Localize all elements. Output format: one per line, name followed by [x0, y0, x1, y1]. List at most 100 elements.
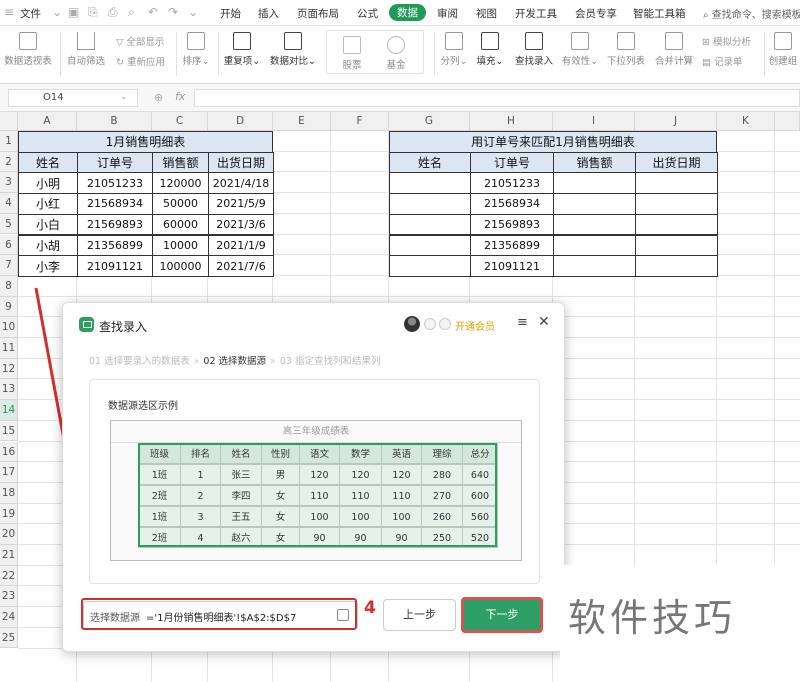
table2-cell[interactable]	[389, 255, 471, 277]
table2-header[interactable]: 销售额	[553, 151, 636, 174]
table1-cell[interactable]: 2021/7/6	[208, 255, 274, 277]
sample-cell: 640	[462, 464, 498, 485]
sample-cell: 110	[339, 485, 382, 506]
sample-cell: 270	[421, 485, 463, 506]
sample-cell: 张三	[220, 464, 262, 485]
table2-cell[interactable]	[389, 172, 471, 195]
sample-cell: 3	[180, 506, 221, 527]
sample-cell: 女	[261, 485, 300, 506]
table1-cell[interactable]: 21568934	[77, 193, 153, 215]
sample-cell: 600	[462, 485, 498, 506]
table1-cell[interactable]: 21091121	[77, 255, 153, 277]
table1-cell[interactable]: 2021/3/6	[208, 213, 274, 236]
sample-header: 总分	[462, 443, 498, 464]
table2-header[interactable]: 姓名	[389, 151, 471, 174]
wizard-steps: 01 选择要录入的数据表» 02 选择数据源» 03 指定查找列和结果列	[89, 353, 380, 367]
sample-cell: 110	[381, 485, 422, 506]
table2-cell[interactable]	[553, 255, 636, 277]
sample-cell: 2班	[138, 527, 181, 548]
table1-header[interactable]: 销售额	[152, 151, 209, 174]
table2-cell[interactable]	[635, 255, 718, 277]
table2-cell[interactable]: 21091121	[470, 255, 554, 277]
watermark: 软件技巧	[560, 565, 800, 682]
sample-cell: 女	[261, 527, 300, 548]
sample-header: 姓名	[220, 443, 262, 464]
sample-cell: 4	[180, 527, 221, 548]
table2-title[interactable]: 用订单号来匹配1月销售明细表	[389, 131, 717, 153]
table2-cell[interactable]	[389, 234, 471, 257]
table1-cell[interactable]: 小胡	[18, 234, 78, 257]
sample-cell: 250	[421, 527, 463, 548]
table1-cell[interactable]: 120000	[152, 172, 209, 195]
table2-cell[interactable]: 21569893	[470, 213, 554, 236]
panel-label: 数据源选区示例	[108, 401, 178, 412]
sample-cell: 2班	[138, 485, 181, 506]
sample-cell: 110	[299, 485, 340, 506]
table1-cell[interactable]: 小李	[18, 255, 78, 277]
sample-cell: 赵六	[220, 527, 262, 548]
close-icon[interactable]: ✕	[538, 314, 550, 330]
sample-cell: 100	[299, 506, 340, 527]
sample-header: 班级	[138, 443, 181, 464]
menu-icon[interactable]: ≡	[517, 315, 528, 330]
table1-cell[interactable]: 小红	[18, 193, 78, 215]
sample-header: 数学	[339, 443, 382, 464]
table1-title[interactable]: 1月销售明细表	[18, 131, 273, 153]
vip-link[interactable]: 开通会员	[455, 318, 495, 333]
table2-header[interactable]: 订单号	[470, 151, 554, 174]
chevron-right-icon: »	[270, 356, 276, 367]
table1-cell[interactable]: 2021/1/9	[208, 234, 274, 257]
table2-header[interactable]: 出货日期	[635, 151, 718, 174]
table2-cell[interactable]	[389, 193, 471, 215]
previous-button[interactable]: 上一步	[383, 599, 456, 631]
sample-cell: 女	[261, 506, 300, 527]
sample-cell: 90	[381, 527, 422, 548]
table2-cell[interactable]	[635, 193, 718, 215]
table1-cell[interactable]: 21569893	[77, 213, 153, 236]
table2-cell[interactable]	[553, 172, 636, 195]
table1-cell[interactable]: 小白	[18, 213, 78, 236]
sample-cell: 1	[180, 464, 221, 485]
sample-cell: 100	[339, 506, 382, 527]
table1-cell[interactable]: 小明	[18, 172, 78, 195]
table2-cell[interactable]	[553, 234, 636, 257]
step-1[interactable]: 01 选择要录入的数据表	[89, 356, 190, 367]
table2-cell[interactable]	[635, 172, 718, 195]
step-2[interactable]: 02 选择数据源	[203, 356, 266, 367]
sample-header: 语文	[299, 443, 340, 464]
table1-cell[interactable]: 50000	[152, 193, 209, 215]
sample-cell: 120	[299, 464, 340, 485]
table1-cell[interactable]: 21051233	[77, 172, 153, 195]
sample-cell: 120	[339, 464, 382, 485]
next-button[interactable]: 下一步	[461, 597, 543, 633]
table1-header[interactable]: 订单号	[77, 151, 153, 174]
table1-cell[interactable]: 2021/5/9	[208, 193, 274, 215]
sample-cell: 1班	[138, 464, 181, 485]
table1-cell[interactable]: 60000	[152, 213, 209, 236]
table2-cell[interactable]: 21051233	[470, 172, 554, 195]
table1-header[interactable]: 出货日期	[208, 151, 274, 174]
table2-cell[interactable]: 21568934	[470, 193, 554, 215]
sample-cell: 120	[381, 464, 422, 485]
sample-cell: 100	[381, 506, 422, 527]
table2-cell[interactable]: 21356899	[470, 234, 554, 257]
sample-table: 高三年级成绩表 班级 排名 姓名 性别 语文 数学 英语 理综 总分 1班 1 张三男 120 120 12…	[110, 420, 522, 561]
example-panel: 数据源选区示例 高三年级成绩表 班级 排名 姓名 性别 语文 数学 英语 理综 总分 1班 1 张三男…	[89, 379, 540, 584]
table1-cell[interactable]: 21356899	[77, 234, 153, 257]
avatar[interactable]	[404, 316, 420, 332]
dialog-title: 查找录入	[99, 320, 148, 334]
table2-cell[interactable]	[553, 213, 636, 236]
table1-cell[interactable]: 10000	[152, 234, 209, 257]
table2-cell[interactable]	[553, 193, 636, 215]
sample-cell: 王五	[220, 506, 262, 527]
coin-icon	[424, 318, 436, 330]
table2-cell[interactable]	[635, 213, 718, 236]
step-3[interactable]: 03 指定查找列和结果列	[280, 356, 381, 367]
table2-cell[interactable]	[635, 234, 718, 257]
table2-cell[interactable]	[389, 213, 471, 236]
sample-cell: 280	[421, 464, 463, 485]
table1-cell[interactable]: 100000	[152, 255, 209, 277]
table1-header[interactable]: 姓名	[18, 151, 78, 174]
sample-cell: 2	[180, 485, 221, 506]
table1-cell[interactable]: 2021/4/18	[208, 172, 274, 195]
